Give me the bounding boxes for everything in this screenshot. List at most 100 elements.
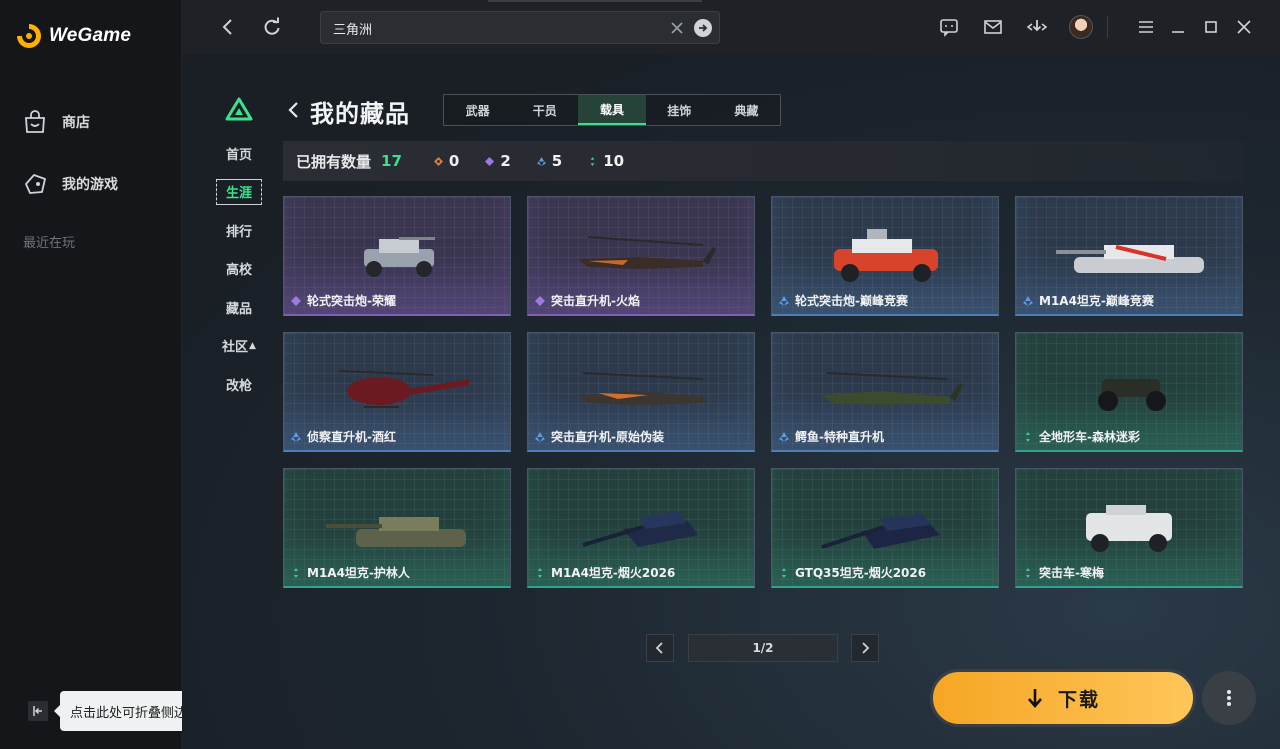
delta-force-logo-icon[interactable] [225,97,253,121]
game-nav: 首页 生涯 排行 高校 藏品 社区 ▲ 改枪 [216,140,262,410]
tab-vault[interactable]: 典藏 [713,95,780,125]
vehicle-card[interactable]: 轮式突击炮-荣耀 [283,196,511,316]
search-input[interactable] [333,18,663,38]
vehicle-name: M1A4坦克-护林人 [291,564,410,581]
vehicle-name-text: 突击直升机-火焰 [551,294,640,308]
caret-up-icon: ▲ [249,340,256,351]
app-sidebar: WeGame 商店 我的游戏 最近在玩 [0,0,182,749]
download-label: 下载 [1057,688,1100,711]
rarity-count: 2 [500,152,511,170]
search-box[interactable] [320,11,720,44]
wegame-logo-icon [17,24,41,48]
rarity-blue-icon [1023,295,1033,306]
tab-label: 武器 [465,103,490,118]
owned-count-label: 已拥有数量 [296,152,372,171]
vehicle-name: M1A4坦克-烟火2026 [535,564,675,581]
clear-search-icon[interactable] [669,20,685,36]
close-button[interactable] [1231,14,1257,40]
vehicle-card[interactable]: 全地形车-森林迷彩 [1015,332,1243,452]
vehicle-name: 轮式突击炮-巅峰竞赛 [779,292,908,309]
rarity-green-stat: 10 [588,152,624,170]
download-button[interactable]: 下载 [930,669,1196,727]
tank-image [326,517,466,547]
avatar[interactable] [1069,15,1093,39]
game-nav-label: 改枪 [225,378,252,394]
back-button[interactable] [215,14,241,40]
vehicle-card[interactable]: M1A4坦克-烟火2026 [527,468,755,588]
divider [1107,16,1108,38]
page-back-button[interactable] [286,100,300,124]
game-nav-collection[interactable]: 藏品 [216,294,262,320]
vehicle-card[interactable]: GTQ35坦克-烟火2026 [771,468,999,588]
maximize-button[interactable] [1198,14,1224,40]
vehicle-card[interactable]: 轮式突击炮-巅峰竞赛 [771,196,999,316]
tank-image [1056,245,1204,273]
next-page-button[interactable] [851,634,879,662]
rarity-blue-icon [536,156,546,166]
refresh-icon [264,17,280,35]
vehicle-card[interactable]: M1A4坦克-护林人 [283,468,511,588]
vehicle-name: 全地形车-森林迷彩 [1023,428,1140,445]
rarity-purple-icon [291,295,301,306]
minimize-button[interactable] [1165,14,1191,40]
game-nav-label: 藏品 [225,301,252,317]
page-indicator: 1/2 [688,634,838,662]
tab-label: 载具 [600,102,625,117]
download-manager-button[interactable] [1024,14,1050,40]
owned-stats-bar: 已拥有数量 17 0 2 5 10 [283,141,1243,181]
game-nav-home[interactable]: 首页 [216,140,262,166]
download-manager-icon [1027,20,1047,32]
tab-label: 典藏 [734,103,759,118]
wheeled-assault-gun-image [364,237,435,277]
arrow-right-icon [699,24,708,32]
sidebar-item-my-games[interactable]: 我的游戏 [22,171,118,197]
chevron-left-icon [655,642,663,654]
game-nav-college[interactable]: 高校 [216,256,262,282]
vehicle-card[interactable]: M1A4坦克-巅峰竞赛 [1015,196,1243,316]
tab-charms[interactable]: 挂饰 [646,95,713,125]
vehicle-card[interactable]: 突击车-寒梅 [1015,468,1243,588]
wegame-logo[interactable]: WeGame [17,24,131,48]
game-nav-career[interactable]: 生涯 [216,178,262,205]
refresh-button[interactable] [259,14,285,40]
tab-label: 挂饰 [667,103,692,118]
prev-page-button[interactable] [646,634,674,662]
game-nav-gunsmith[interactable]: 改枪 [216,371,262,397]
rarity-count: 5 [551,152,563,170]
vehicle-name-text: M1A4坦克-巅峰竞赛 [1039,294,1154,308]
tab-weapons[interactable]: 武器 [444,95,511,125]
vehicle-name: 轮式突击炮-荣耀 [291,292,396,309]
game-nav-ranking[interactable]: 排行 [216,217,262,243]
vehicle-card[interactable]: 突击直升机-火焰 [527,196,755,316]
mail-icon [984,20,1002,34]
vehicle-name-text: 侦察直升机-酒红 [307,430,396,444]
special-helicopter-image [822,372,963,405]
vehicle-name-text: M1A4坦克-护林人 [307,566,410,580]
top-bar [182,0,1280,54]
tab-operators[interactable]: 干员 [511,95,578,125]
vehicle-name: 突击车-寒梅 [1023,564,1104,581]
chat-button[interactable] [936,14,962,40]
more-options-button[interactable] [1202,671,1256,725]
tab-vehicles[interactable]: 载具 [578,95,646,125]
game-nav-community[interactable]: 社区 ▲ [216,333,262,359]
mail-button[interactable] [980,14,1006,40]
rarity-green-icon [538,567,542,578]
vehicle-card[interactable]: 鳄鱼-特种直升机 [771,332,999,452]
tank-image [821,513,940,549]
vehicle-card[interactable]: 突击直升机-原始伪装 [527,332,755,452]
menu-button[interactable] [1133,14,1159,40]
rarity-purple-stat: 2 [485,152,511,170]
rarity-blue-stat: 5 [536,152,563,170]
collapse-sidebar-button[interactable] [28,701,48,721]
maximize-icon [1205,21,1217,33]
wheeled-assault-gun-image [834,229,938,282]
rarity-count: 0 [448,152,460,170]
vehicle-card[interactable]: 侦察直升机-酒红 [283,332,511,452]
sidebar-item-store[interactable]: 商店 [22,109,90,135]
scroll-indicator [488,0,702,2]
atv-image [1098,379,1166,411]
vehicle-name-text: 突击车-寒梅 [1039,566,1104,580]
search-go-button[interactable] [694,19,712,37]
game-nav-label: 社区 [222,340,249,355]
